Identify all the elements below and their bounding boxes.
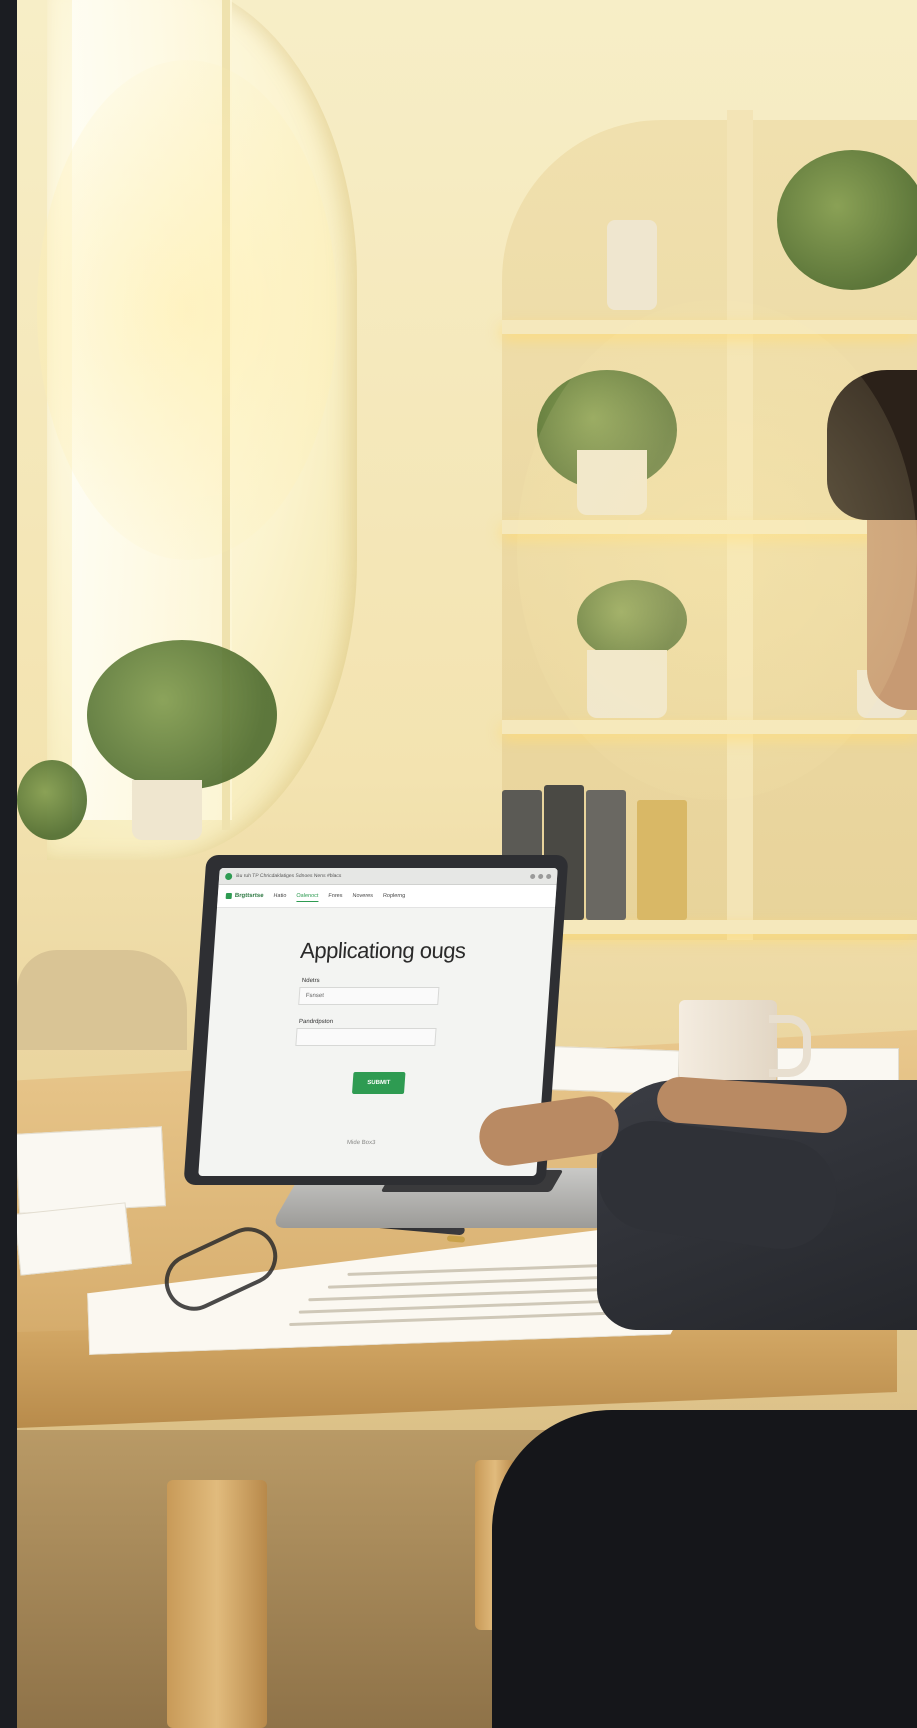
laptop-brand: Mide Box3 xyxy=(346,1140,376,1146)
maximize-icon[interactable] xyxy=(538,873,544,879)
site-favicon-icon xyxy=(224,872,233,880)
mug-handle xyxy=(769,1015,811,1077)
site-nav: Brgttsrtse Hatio Oalenoct Fnres Noveres … xyxy=(216,885,557,908)
dark-left-border xyxy=(0,0,17,1728)
site-logo-text: Brgttsrtse xyxy=(234,893,264,899)
shelf-glow xyxy=(517,300,917,800)
binder-3 xyxy=(586,790,626,920)
nav-item-4[interactable]: Noveres xyxy=(352,891,373,901)
submit-button[interactable]: SUBMIT xyxy=(351,1072,406,1094)
window-glow xyxy=(37,60,337,560)
field-1-input[interactable]: Fsnset xyxy=(298,987,440,1005)
shelf-vase xyxy=(607,220,657,310)
minimize-icon[interactable] xyxy=(530,873,536,879)
logo-icon xyxy=(225,893,233,899)
coffee-mug xyxy=(679,1000,777,1088)
browser-tab-bar: Bu ruh TP Chricdaklatiges Sdnoes Nens #b… xyxy=(218,868,558,885)
browser-tab-title[interactable]: Bu ruh TP Chricdaklatiges Sdnoes Nens #b… xyxy=(236,873,342,879)
paper-stack-left xyxy=(17,1126,166,1214)
window-plant-leaves xyxy=(87,640,277,790)
binder-4 xyxy=(637,800,687,920)
shelf-plant-top xyxy=(777,150,917,290)
form-title: Applicationg ougs xyxy=(299,938,467,963)
small-plant-leaves xyxy=(17,760,87,840)
paper-sheet-left xyxy=(17,1202,132,1276)
nav-item-2[interactable]: Oalenoct xyxy=(295,890,319,902)
field-2-label: Pandrdpston xyxy=(298,1019,334,1025)
office-scene: Bu ruh TP Chricdaklatiges Sdnoes Nens #b… xyxy=(17,0,917,1728)
field-2-input[interactable] xyxy=(295,1028,437,1046)
person-legs xyxy=(492,1410,917,1728)
field-1-label: Ndetrs xyxy=(301,978,320,984)
shelf-bottom xyxy=(502,920,917,934)
chair-back xyxy=(17,950,187,1050)
window-plant-pot xyxy=(132,780,202,840)
close-icon[interactable] xyxy=(546,873,552,879)
nav-item-5[interactable]: Roplerng xyxy=(383,891,406,901)
desk-leg-front xyxy=(167,1480,267,1728)
nav-item-3[interactable]: Fnres xyxy=(328,891,343,901)
nav-item-1[interactable]: Hatio xyxy=(273,891,287,901)
site-logo[interactable]: Brgttsrtse xyxy=(225,893,264,899)
window-controls xyxy=(530,873,552,879)
